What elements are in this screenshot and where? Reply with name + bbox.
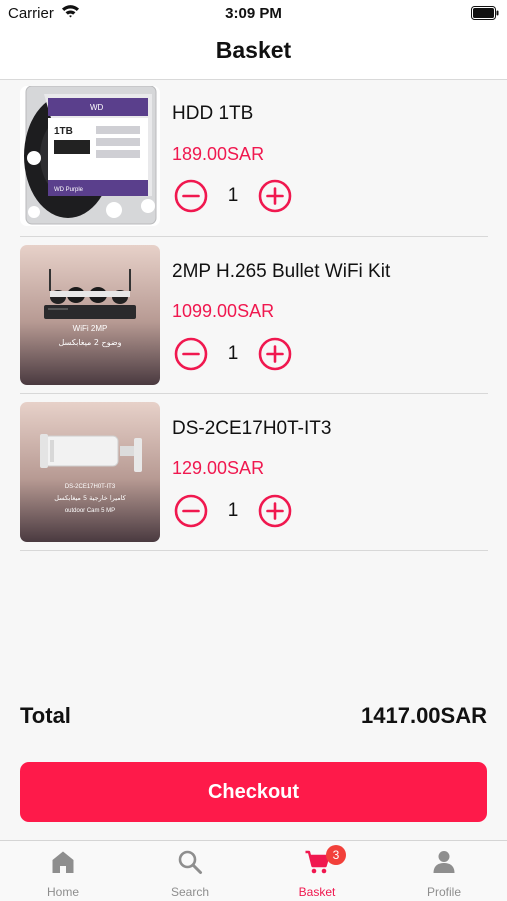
tab-home[interactable]: Home	[0, 841, 126, 901]
quantity-value: 1	[227, 343, 239, 364]
tab-profile[interactable]: Profile	[381, 841, 507, 901]
item-price: 189.00SAR	[172, 144, 265, 164]
search-icon	[178, 850, 202, 874]
quantity-stepper: 1	[172, 179, 302, 213]
tab-label: Basket	[298, 885, 336, 899]
camera-model-text: DS-2CE17H0T-IT3	[65, 484, 116, 490]
hdd-brand-text: WD	[90, 103, 104, 112]
camera-arabic-text: كاميرا خارجية 5 ميغابكسل	[54, 494, 126, 502]
total-row: Total 1417.00SAR	[20, 703, 487, 733]
decrease-quantity-button[interactable]	[174, 179, 208, 213]
kit-arabic-text: وضوح 2 ميغابكسل	[59, 338, 122, 347]
quantity-value: 1	[227, 500, 239, 521]
tab-label: Home	[46, 885, 79, 899]
tab-basket[interactable]: 3 Basket	[254, 841, 380, 901]
status-bar: Carrier 3:09 PM	[0, 0, 507, 28]
cart-item: WD 1TB WD Purple HDD 1TB 189.00SAR 1	[20, 80, 488, 237]
checkout-button[interactable]: Checkout	[20, 762, 487, 822]
kit-resolution-text: WiFi 2MP	[73, 324, 108, 333]
quantity-stepper: 1	[172, 494, 302, 528]
total-label: Total	[20, 703, 71, 728]
page-title: Basket	[215, 37, 292, 63]
product-image-wifi-kit: WiFi 2MP وضوح 2 ميغابكسل	[20, 245, 160, 385]
camera-caption-text: outdoor Cam 5 MP	[65, 508, 115, 514]
quantity-value: 1	[227, 185, 239, 206]
quantity-stepper: 1	[172, 337, 302, 371]
item-price: 129.00SAR	[172, 458, 265, 478]
cart-count-badge: 3	[326, 845, 346, 865]
cart-item: DS-2CE17H0T-IT3 كاميرا خارجية 5 ميغابكسل…	[20, 394, 488, 551]
product-image-hdd: WD 1TB WD Purple	[20, 86, 160, 226]
tab-bar: Home Search 3 Basket Profile	[0, 840, 507, 901]
item-name: 2MP H.265 Bullet WiFi Kit	[172, 261, 391, 282]
item-name: HDD 1TB	[172, 103, 254, 124]
cart-item: WiFi 2MP وضوح 2 ميغابكسل 2MP H.265 Bulle…	[20, 237, 488, 394]
product-image-bullet-camera: DS-2CE17H0T-IT3 كاميرا خارجية 5 ميغابكسل…	[20, 402, 160, 542]
status-time: 3:09 PM	[225, 5, 282, 22]
divider	[20, 550, 488, 551]
tab-label: Search	[170, 885, 210, 899]
hdd-capacity-text: 1TB	[54, 126, 73, 137]
total-value: 1417.00SAR	[361, 703, 487, 728]
navigation-bar: Basket	[0, 28, 507, 80]
tab-label: Profile	[426, 885, 461, 899]
hdd-series-text: WD Purple	[54, 187, 84, 193]
item-price: 1099.00SAR	[172, 301, 275, 321]
person-icon	[433, 851, 455, 873]
increase-quantity-button[interactable]	[258, 494, 292, 528]
increase-quantity-button[interactable]	[258, 179, 292, 213]
decrease-quantity-button[interactable]	[174, 337, 208, 371]
tab-search[interactable]: Search	[127, 841, 253, 901]
home-icon	[52, 851, 74, 873]
decrease-quantity-button[interactable]	[174, 494, 208, 528]
increase-quantity-button[interactable]	[258, 337, 292, 371]
battery-icon	[471, 6, 499, 20]
item-name: DS-2CE17H0T-IT3	[172, 418, 332, 439]
